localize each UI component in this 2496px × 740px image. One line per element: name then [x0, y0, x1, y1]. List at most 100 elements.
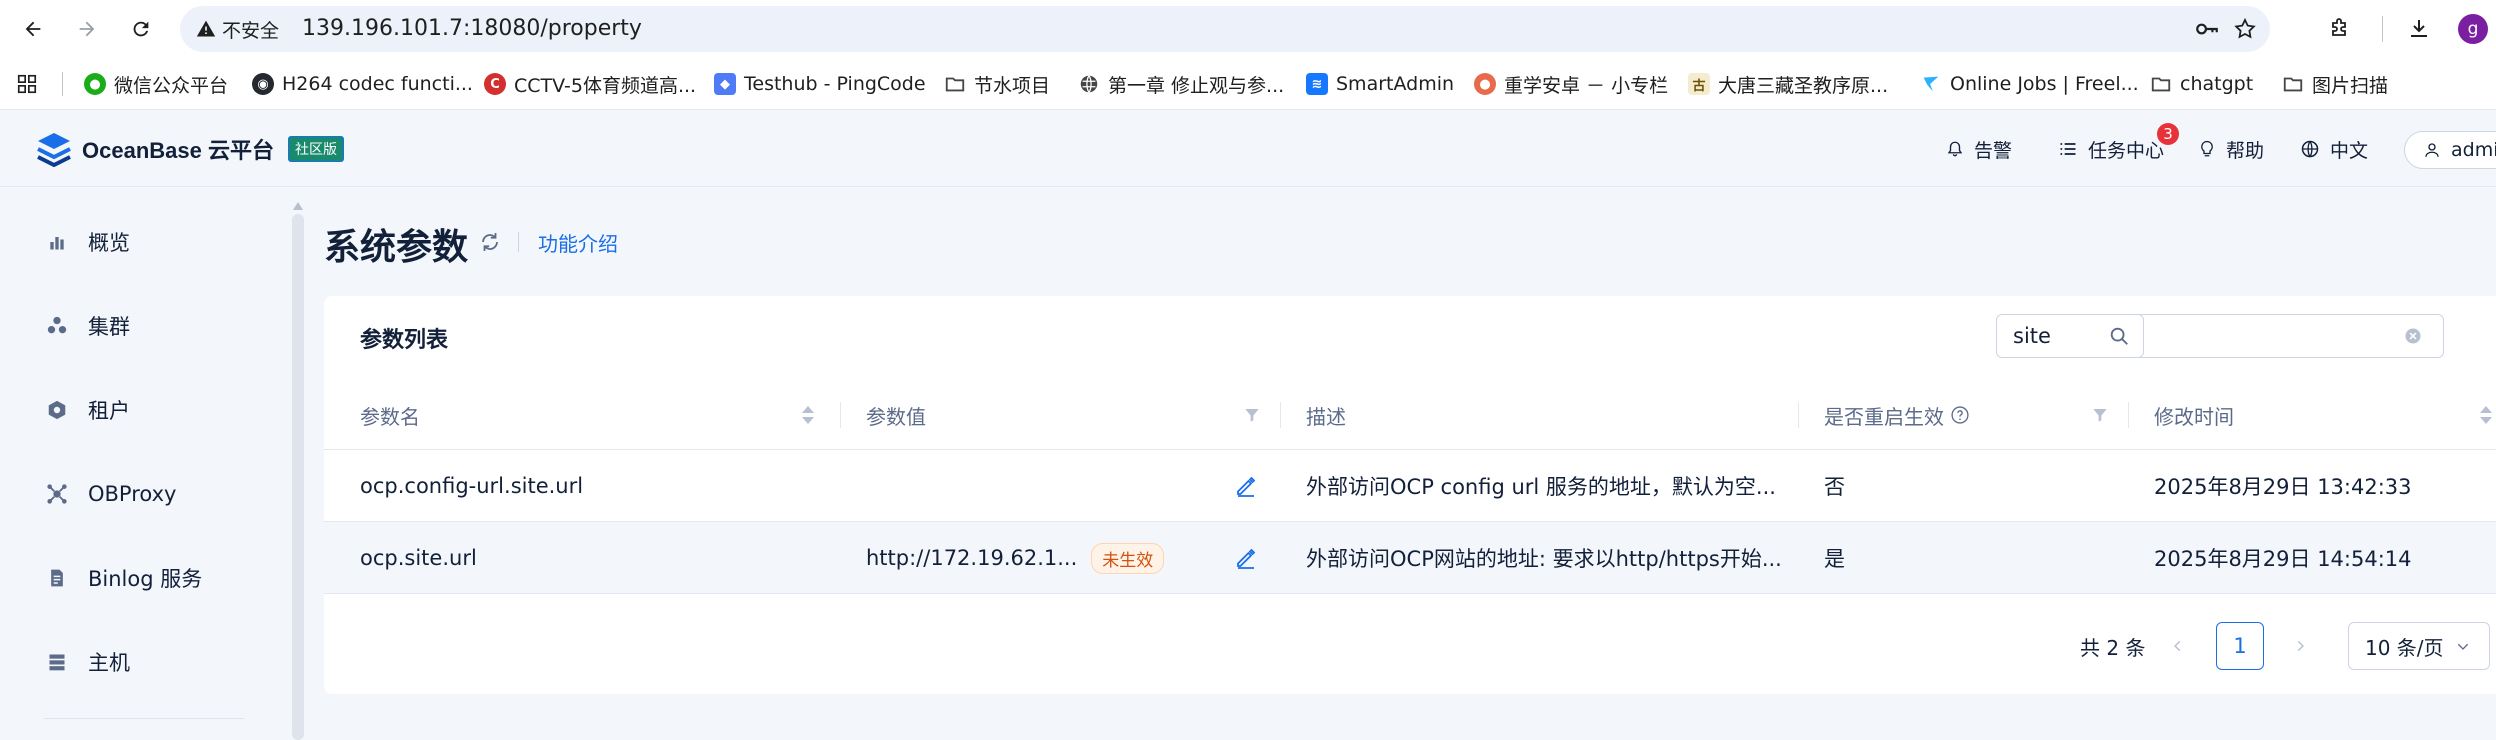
bell-icon: [1947, 141, 1963, 157]
status-badge: 未生效: [1091, 542, 1165, 574]
downloads-button[interactable]: [2402, 12, 2436, 46]
sidebar-item-label: 概览: [88, 231, 130, 255]
column-header-restart: 是否重启生效: [1824, 380, 1970, 450]
column-header-restart-label: 是否重启生效: [1824, 404, 1944, 429]
bookmark-label: SmartAdmin: [1336, 73, 1455, 95]
bookmark-folder[interactable]: 图片扫描: [2282, 58, 2388, 110]
sidebar-scroll-up[interactable]: [292, 200, 304, 212]
sidebar-item-host[interactable]: 主机: [44, 642, 130, 682]
bookmark-item[interactable]: Online Jobs | Freel...: [1920, 58, 2139, 110]
sidebar-scrollbar[interactable]: [292, 214, 304, 740]
reload-button[interactable]: [124, 12, 158, 46]
extensions-button[interactable]: [2322, 12, 2356, 46]
param-value: http://172.19.62.1... 未生效: [866, 522, 1165, 594]
star-icon: [2234, 17, 2256, 39]
prev-page-button[interactable]: [2162, 630, 2194, 662]
bookmark-item[interactable]: ◉ H264 codec functi...: [252, 58, 473, 110]
sidebar-item-label: OBProxy: [88, 482, 177, 506]
filter-icon[interactable]: [1242, 404, 1262, 426]
edit-icon[interactable]: [1234, 546, 1258, 570]
user-icon: [2425, 143, 2439, 157]
bookmark-item[interactable]: ● 重学安卓 － 小专栏: [1474, 58, 1668, 110]
url-text[interactable]: 139.196.101.7:18080/property: [302, 6, 642, 52]
alerts-button[interactable]: 告警: [1946, 111, 2012, 187]
bookmark-label: 微信公众平台: [114, 74, 229, 97]
sidebar: 概览 集群 租户 OBProxy Binlog 服务 主机: [0, 188, 290, 740]
bookmarks-bar: ● 微信公众平台 ◉ H264 codec functi... C CCTV-5体育频…: [0, 58, 2496, 110]
column-header-description: 描述: [1306, 404, 1346, 429]
column-header-modified[interactable]: 修改时间: [2154, 380, 2234, 450]
freelancer-icon: [1923, 76, 1939, 92]
bookmark-star-button[interactable]: [2228, 12, 2262, 46]
language-label: 中文: [2330, 139, 2369, 162]
next-page-button[interactable]: [2284, 630, 2316, 662]
folder-icon: [2283, 77, 2303, 92]
profile-avatar[interactable]: g: [2458, 14, 2488, 44]
chevron-down-icon: [2457, 643, 2468, 650]
user-menu[interactable]: admin: [2404, 131, 2496, 169]
oceanbase-logo[interactable]: OceanBase 云平台 社区版: [34, 131, 344, 167]
search-button[interactable]: [2094, 314, 2144, 358]
gu-icon: 古: [1688, 73, 1710, 95]
column-divider: [2128, 402, 2129, 428]
apps-button[interactable]: [16, 58, 38, 110]
table-header: 参数名 参数值 描述 是否重启生效 修改时间: [324, 380, 2496, 450]
task-count-badge: 3: [2157, 123, 2179, 145]
globe-icon: [2301, 140, 2319, 158]
pagination-total: 共 2 条: [2080, 635, 2146, 660]
page-size-select[interactable]: 10 条/页: [2348, 622, 2490, 670]
search-input[interactable]: [1997, 315, 2387, 357]
help-label: 帮助: [2226, 139, 2265, 162]
edition-badge: 社区版: [287, 136, 344, 162]
smartadmin-icon: ≋: [1306, 73, 1328, 95]
back-button[interactable]: [16, 12, 50, 46]
sidebar-item-binlog[interactable]: Binlog 服务: [44, 558, 202, 598]
logo-text: OceanBase 云平台: [82, 138, 274, 163]
param-restart: 否: [1824, 475, 1845, 499]
column-header-name[interactable]: 参数名: [360, 380, 420, 450]
page-number-current[interactable]: 1: [2216, 622, 2264, 670]
browser-toolbar: 不安全 139.196.101.7:18080/property g: [0, 0, 2496, 58]
forward-button[interactable]: [70, 12, 104, 46]
sort-icon[interactable]: [2476, 404, 2496, 426]
clear-icon[interactable]: [2403, 326, 2423, 346]
bookmark-item[interactable]: ≋ SmartAdmin: [1306, 58, 1454, 110]
sidebar-item-cluster[interactable]: 集群: [44, 306, 130, 346]
page-size-label: 10 条/页: [2365, 635, 2444, 660]
column-divider: [840, 402, 841, 428]
bookmark-item[interactable]: ◆ Testhub - PingCode: [714, 58, 926, 110]
address-bar[interactable]: 不安全 139.196.101.7:18080/property: [180, 6, 2270, 52]
column-header-value: 参数值: [866, 404, 926, 429]
sidebar-item-overview[interactable]: 概览: [44, 222, 130, 262]
proxy-icon: [44, 481, 70, 507]
password-key-button[interactable]: [2190, 12, 2224, 46]
task-center-button[interactable]: 任务中心: [2058, 111, 2164, 187]
sort-icon[interactable]: [798, 404, 818, 426]
param-modified: 2025年8月29日 14:54:14: [2154, 547, 2412, 571]
bookmark-item[interactable]: C CCTV-5体育频道高...: [484, 58, 696, 110]
question-circle-icon[interactable]: [1950, 405, 1970, 425]
github-icon: ◉: [252, 73, 274, 95]
sidebar-item-obproxy[interactable]: OBProxy: [44, 474, 176, 514]
param-value-text: http://172.19.62.1...: [866, 546, 1078, 570]
security-indicator[interactable]: 不安全: [196, 6, 279, 52]
bookmark-item[interactable]: 第一章 修止观与参...: [1078, 58, 1284, 110]
feature-intro-link[interactable]: 功能介绍: [538, 228, 618, 257]
bookmark-folder[interactable]: 节水项目: [944, 58, 1050, 110]
refresh-icon[interactable]: [478, 230, 502, 254]
oceanbase-logo-icon: [37, 133, 71, 167]
filter-icon[interactable]: [2090, 404, 2110, 426]
language-button[interactable]: 中文: [2300, 111, 2368, 187]
param-name: ocp.site.url: [360, 546, 477, 570]
help-button[interactable]: 帮助: [2198, 111, 2264, 187]
param-modified: 2025年8月29日 13:42:33: [2154, 475, 2412, 499]
sidebar-item-tenant[interactable]: 租户: [44, 390, 130, 430]
list-icon: [2060, 143, 2076, 155]
bookmark-folder[interactable]: chatgpt: [2150, 58, 2253, 110]
security-label: 不安全: [222, 19, 280, 42]
user-name: admin: [2451, 139, 2496, 161]
bookmark-item[interactable]: 古大唐三藏圣教序原...: [1688, 58, 1888, 110]
edit-icon[interactable]: [1234, 474, 1258, 498]
bookmark-item[interactable]: ● 微信公众平台: [84, 58, 228, 110]
column-divider: [1798, 402, 1799, 428]
